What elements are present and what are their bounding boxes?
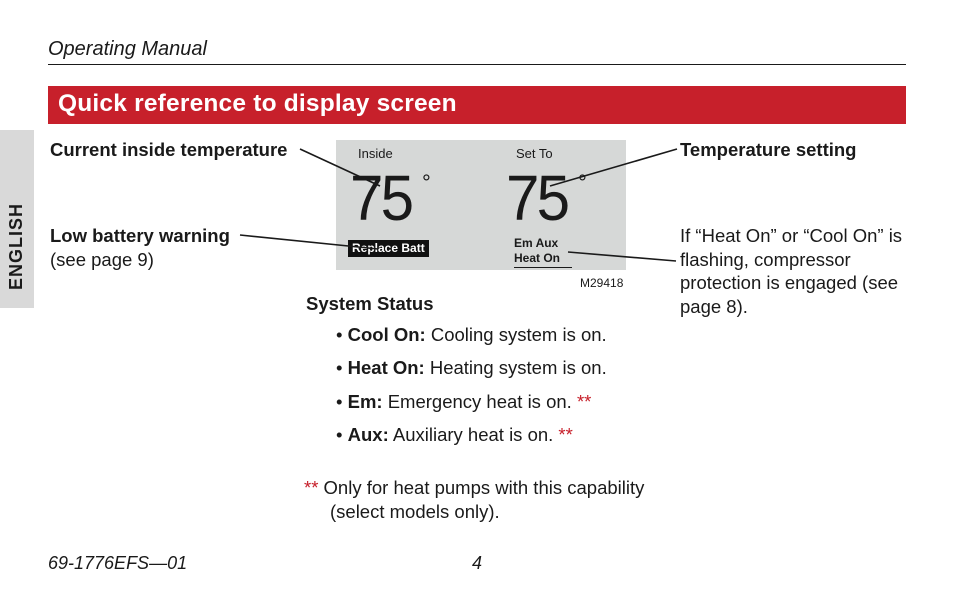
status-label: Aux: [348,424,389,445]
list-item: Cool On: Cooling system is on. [336,318,607,351]
language-tab-text: ENGLISH [6,203,27,290]
lcd-degree-right: ° [578,170,587,196]
lcd-degree-left: ° [422,170,431,196]
list-item: Heat On: Heating system is on. [336,351,607,384]
manual-page: Operating Manual Quick reference to disp… [0,0,954,608]
lcd-status-line2: Heat On [514,251,572,268]
footnote-line1: Only for heat pumps with this capability [324,477,645,498]
callout-low-battery-sub: (see page 9) [50,249,154,270]
lcd-replace-batt-indicator: Replace Batt [348,240,429,257]
thermostat-display: Inside Set To 75 ° 75 ° Replace Batt Em … [336,140,626,270]
footnote-line2: (select models only). [304,500,744,524]
lcd-setto-temp: 75 [506,166,567,230]
lcd-inside-temp: 75 [350,166,411,230]
callout-temp-setting: Temperature setting [680,138,856,162]
callout-low-battery: Low battery warning (see page 9) [50,224,300,271]
status-label: Em: [348,391,383,412]
system-status-heading: System Status [306,293,434,315]
footnote: ** Only for heat pumps with this capabil… [304,476,744,524]
lcd-status-indicator: Em Aux Heat On [514,236,572,268]
list-item: Aux: Auxiliary heat is on. ** [336,418,607,451]
lcd-inside-label: Inside [358,146,393,161]
lcd-status-line1: Em Aux [514,236,558,250]
page-number: 4 [0,553,954,574]
footnote-stars: ** [304,477,324,498]
star-marker: ** [558,424,572,445]
header-rule [48,64,906,65]
lcd-setto-label: Set To [516,146,553,161]
doc-title: Operating Manual [48,38,906,61]
status-desc: Emergency heat is on. [383,391,577,412]
figure-id: M29418 [580,276,623,290]
status-label: Heat On: [348,357,425,378]
star-marker: ** [577,391,591,412]
callout-compressor-note: If “Heat On” or “Cool On” is flashing, c… [680,224,910,319]
callout-current-inside: Current inside temperature [50,138,287,162]
system-status-list: Cool On: Cooling system is on. Heat On: … [336,318,607,451]
callout-low-battery-title: Low battery warning [50,225,230,246]
section-title-bar: Quick reference to display screen [48,86,906,124]
list-item: Em: Emergency heat is on. ** [336,385,607,418]
status-desc: Cooling system is on. [426,324,607,345]
status-desc: Heating system is on. [425,357,607,378]
status-label: Cool On: [348,324,426,345]
status-desc: Auxiliary heat is on. [389,424,559,445]
